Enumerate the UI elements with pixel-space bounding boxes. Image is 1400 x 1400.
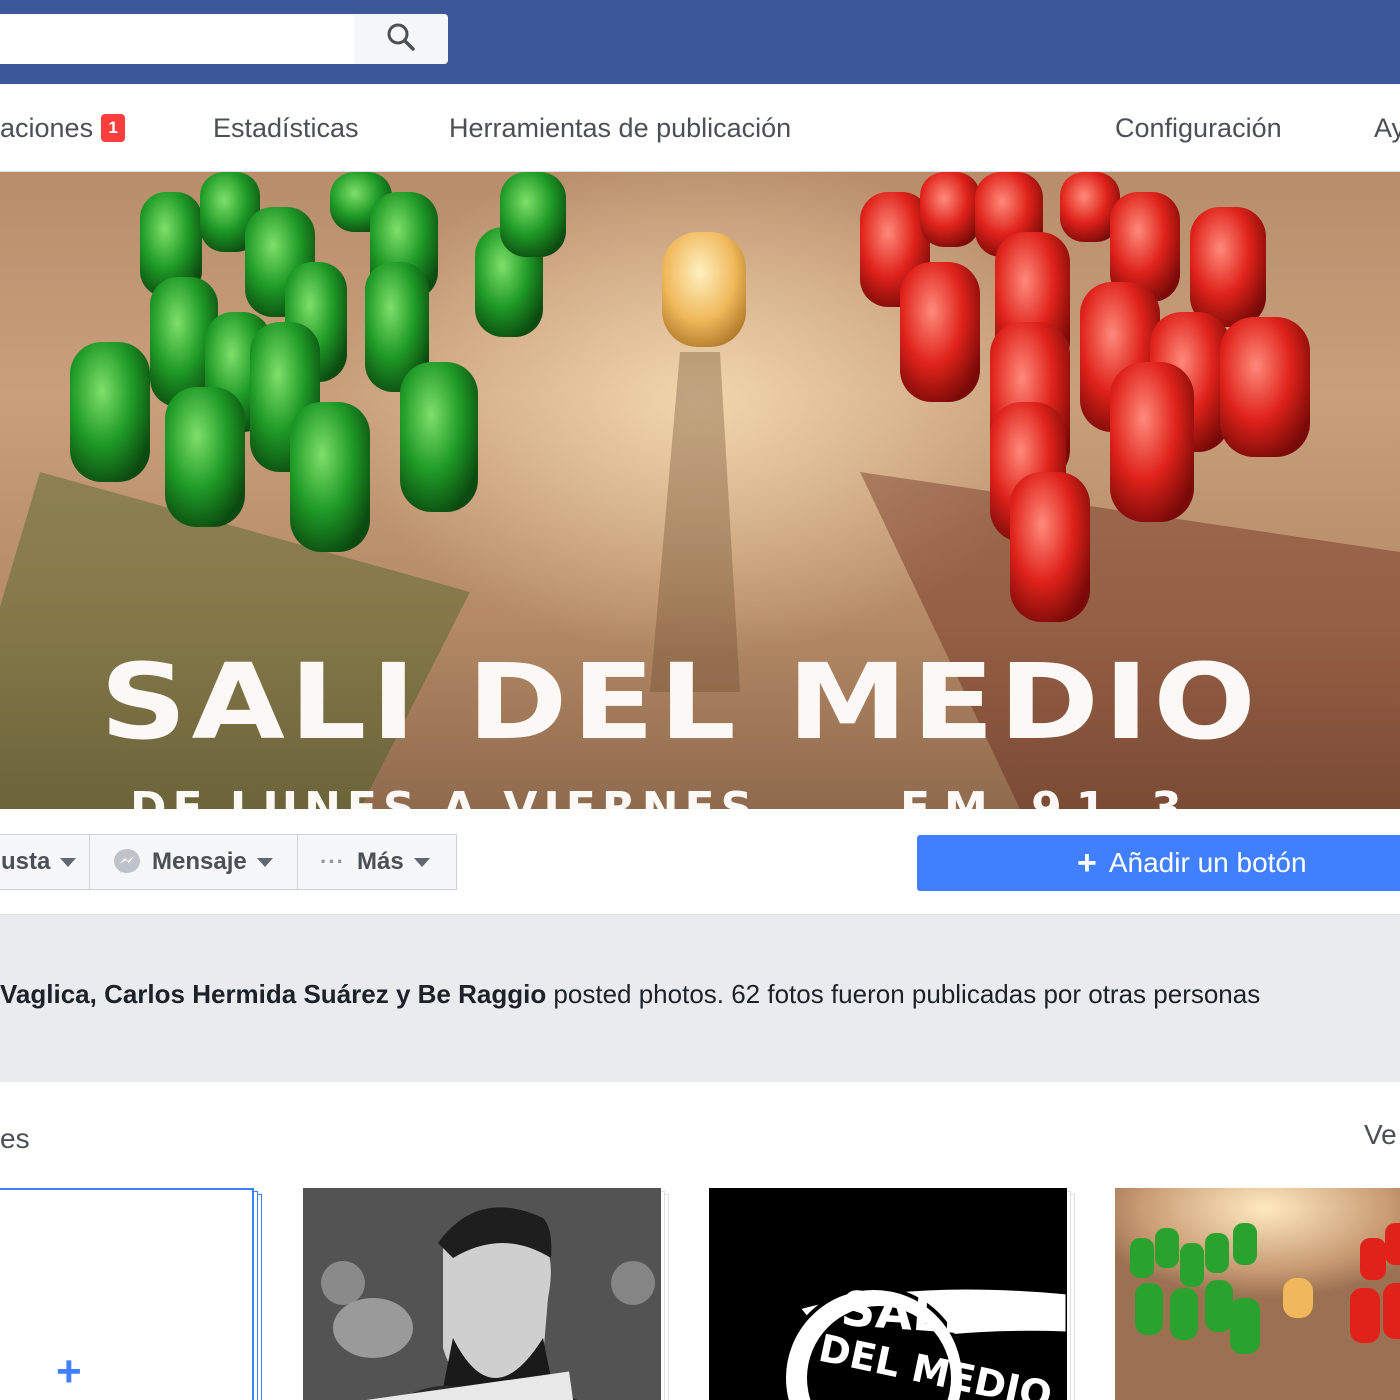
notice-names[interactable]: Vaglica, Carlos Hermida Suárez y Be Ragg… bbox=[0, 979, 546, 1009]
page-navigation: aciones 1 Estadísticas Herramientas de pu… bbox=[0, 84, 1400, 172]
notification-badge: 1 bbox=[101, 113, 126, 142]
top-navigation-bar bbox=[0, 0, 1400, 84]
photos-notice: Vaglica, Carlos Hermida Suárez y Be Ragg… bbox=[0, 916, 1400, 1082]
create-album-tile: + bbox=[0, 1188, 254, 1400]
search-button[interactable] bbox=[354, 14, 448, 64]
message-button-label: Mensaje bbox=[152, 848, 247, 875]
cover-title: SALI DEL MEDIO bbox=[100, 641, 1261, 763]
gummy-bears-photo bbox=[1115, 1188, 1400, 1400]
tab-help[interactable]: Ay bbox=[1374, 112, 1400, 144]
tab-publishing-tools[interactable]: Herramientas de publicación bbox=[449, 112, 791, 144]
albums-title: es bbox=[0, 1123, 30, 1154]
cover-photo[interactable]: SALI DEL MEDIO DE LUNES A VIERNES FM 91.… bbox=[0, 172, 1400, 809]
search-box bbox=[0, 14, 448, 64]
more-dots-icon: ··· bbox=[320, 849, 345, 874]
add-button-label: Añadir un botón bbox=[1108, 847, 1307, 878]
more-button-label: Más bbox=[356, 848, 404, 875]
portrait-photo bbox=[303, 1188, 661, 1400]
like-button-label: usta bbox=[1, 848, 51, 875]
tab-statistics[interactable]: Estadísticas bbox=[213, 112, 359, 144]
search-icon bbox=[386, 22, 416, 57]
cover-subtitle-schedule: DE LUNES A VIERNES bbox=[130, 783, 759, 810]
tab-notifications-label: aciones bbox=[0, 113, 94, 143]
tab-notifications[interactable]: aciones 1 bbox=[0, 112, 126, 144]
albums-section: es Ve + SALI DEL MEDIO bbox=[0, 1082, 1400, 1400]
like-button[interactable]: usta bbox=[0, 834, 90, 890]
notice-message: posted photos. 62 fotos fueron publicada… bbox=[546, 979, 1261, 1009]
page-action-bar: usta Mensaje ··· Más + Añadir un botón bbox=[0, 809, 1400, 915]
see-all-link[interactable]: Ve bbox=[1364, 1118, 1397, 1152]
tab-settings[interactable]: Configuración bbox=[1115, 112, 1282, 144]
plus-icon: + bbox=[1077, 844, 1097, 882]
chevron-down-icon bbox=[413, 857, 430, 867]
search-input[interactable] bbox=[0, 14, 354, 64]
album-card-portrait[interactable] bbox=[303, 1188, 669, 1400]
logo-image: SALI DEL MEDIO bbox=[709, 1188, 1067, 1400]
message-button[interactable]: Mensaje bbox=[89, 834, 298, 890]
plus-icon: + bbox=[56, 1347, 82, 1396]
messenger-icon bbox=[112, 847, 142, 877]
chevron-down-icon bbox=[256, 857, 273, 867]
cover-subtitle-frequency: FM 91.3 bbox=[900, 783, 1196, 810]
add-button-cta[interactable]: + Añadir un botón bbox=[917, 835, 1400, 891]
album-card-cover[interactable] bbox=[1115, 1188, 1400, 1400]
chevron-down-icon bbox=[60, 857, 77, 867]
notice-text: Vaglica, Carlos Hermida Suárez y Be Ragg… bbox=[0, 978, 1260, 1010]
album-card-logo[interactable]: SALI DEL MEDIO bbox=[709, 1188, 1075, 1400]
more-button[interactable]: ··· Más bbox=[297, 834, 457, 890]
create-album-card[interactable]: + bbox=[0, 1188, 262, 1400]
